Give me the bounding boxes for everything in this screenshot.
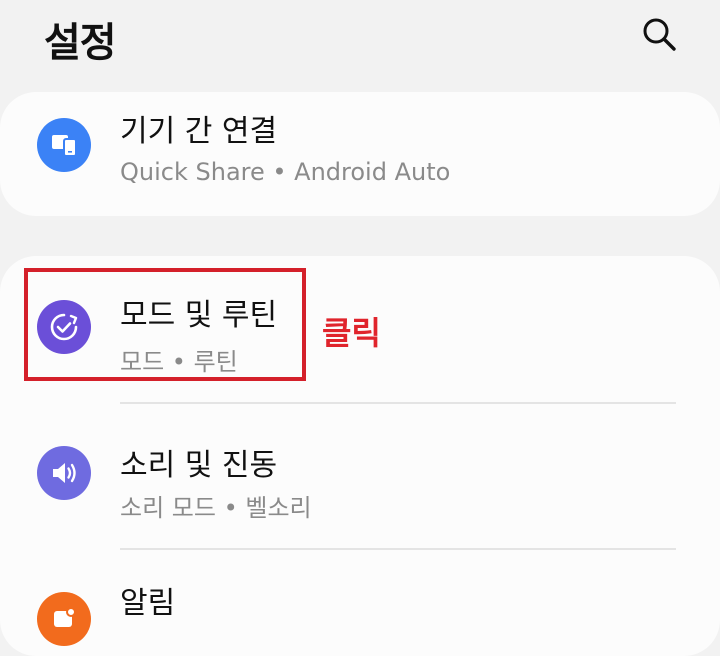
- item-title: 기기 간 연결: [120, 114, 278, 149]
- item-title: 소리 및 진동: [120, 448, 278, 483]
- settings-item-connected-devices[interactable]: 기기 간 연결 Quick Share • Android Auto: [0, 92, 720, 216]
- settings-item-sound-vibration[interactable]: 소리 및 진동 소리 모드 • 벨소리: [0, 404, 720, 550]
- item-title: 알림: [120, 586, 176, 621]
- settings-card-connections: 기기 간 연결 Quick Share • Android Auto: [0, 92, 720, 216]
- item-subtitle: 소리 모드 • 벨소리: [120, 494, 312, 522]
- search-icon[interactable]: [638, 12, 682, 56]
- page-title: 설정: [44, 20, 117, 66]
- sound-icon: [37, 446, 91, 500]
- devices-icon: [37, 118, 91, 172]
- settings-item-notifications[interactable]: 알림: [0, 550, 720, 656]
- notifications-icon: [37, 592, 91, 646]
- search-button[interactable]: [638, 12, 682, 56]
- click-annotation-label: 클릭: [322, 314, 381, 352]
- app-header: 설정: [0, 0, 720, 80]
- highlight-box: [24, 268, 306, 381]
- item-subtitle: Quick Share • Android Auto: [120, 158, 451, 186]
